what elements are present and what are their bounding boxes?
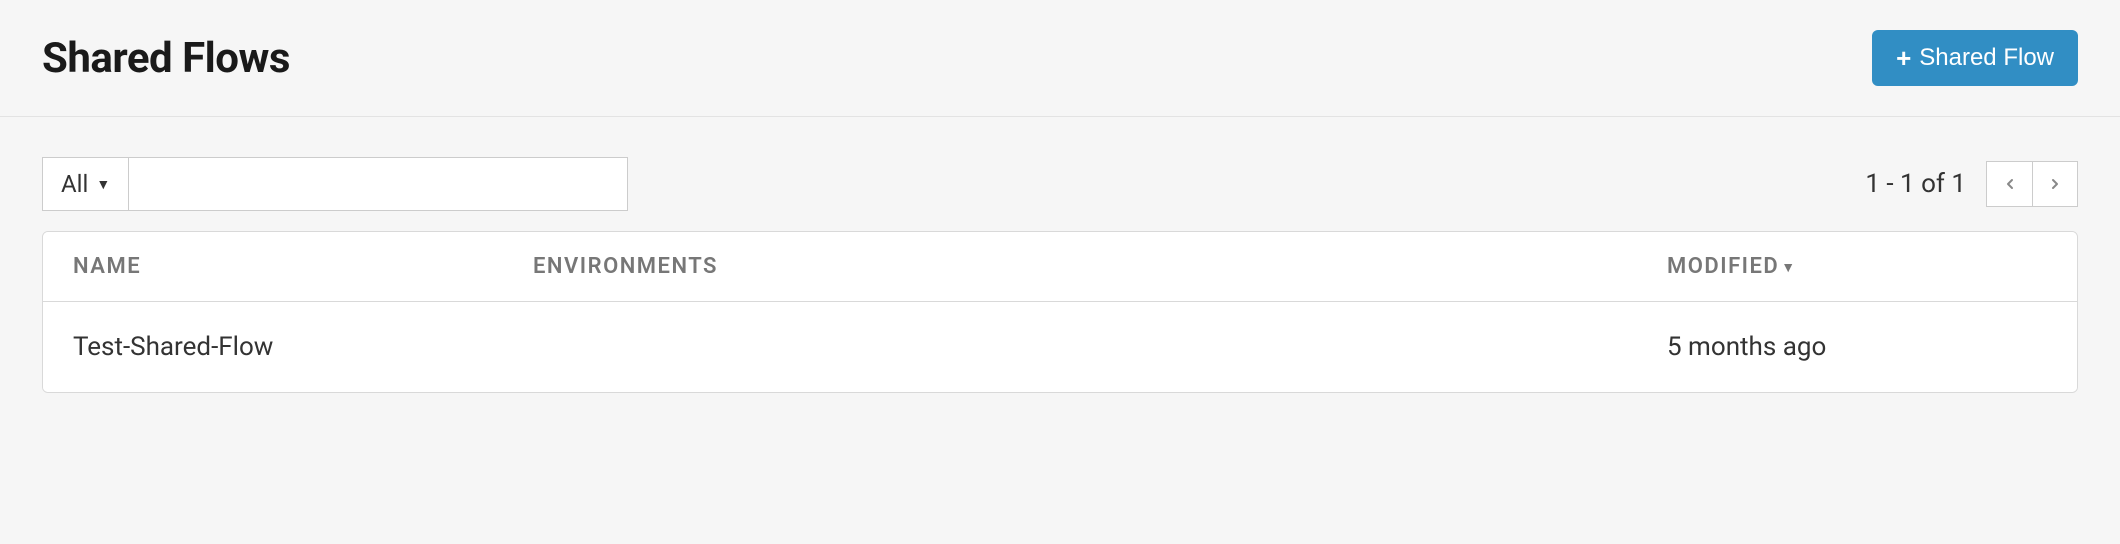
filter-dropdown[interactable]: All ▼ <box>42 157 128 211</box>
cell-modified: 5 months ago <box>1637 302 2077 393</box>
column-header-modified-label: MODIFIED <box>1667 254 1779 279</box>
chevron-left-icon <box>2002 176 2018 192</box>
plus-icon: + <box>1896 45 1911 71</box>
shared-flows-table: NAME ENVIRONMENTS MODIFIED▼ Test-Shared-… <box>42 231 2078 393</box>
next-page-button[interactable] <box>2032 161 2078 207</box>
page-title: Shared Flows <box>42 34 290 83</box>
filter-selected-label: All <box>61 170 88 198</box>
column-header-modified[interactable]: MODIFIED▼ <box>1637 232 2077 302</box>
cell-name: Test-Shared-Flow <box>43 302 503 393</box>
table-header-row: NAME ENVIRONMENTS MODIFIED▼ <box>43 232 2077 302</box>
create-button-label: Shared Flow <box>1919 44 2054 72</box>
column-header-environments[interactable]: ENVIRONMENTS <box>503 232 1637 302</box>
sort-desc-icon: ▼ <box>1781 260 1796 276</box>
filter-group: All ▼ <box>42 157 628 211</box>
chevron-right-icon <box>2047 176 2063 192</box>
pagination-info: 1 - 1 of 1 <box>1865 169 1966 199</box>
column-header-name[interactable]: NAME <box>43 232 503 302</box>
pagination-buttons <box>1986 161 2078 207</box>
create-shared-flow-button[interactable]: + Shared Flow <box>1872 30 2078 86</box>
caret-down-icon: ▼ <box>96 176 110 193</box>
table-row[interactable]: Test-Shared-Flow 5 months ago <box>43 302 2077 393</box>
cell-environments <box>503 302 1637 393</box>
prev-page-button[interactable] <box>1986 161 2032 207</box>
search-input[interactable] <box>128 157 628 211</box>
